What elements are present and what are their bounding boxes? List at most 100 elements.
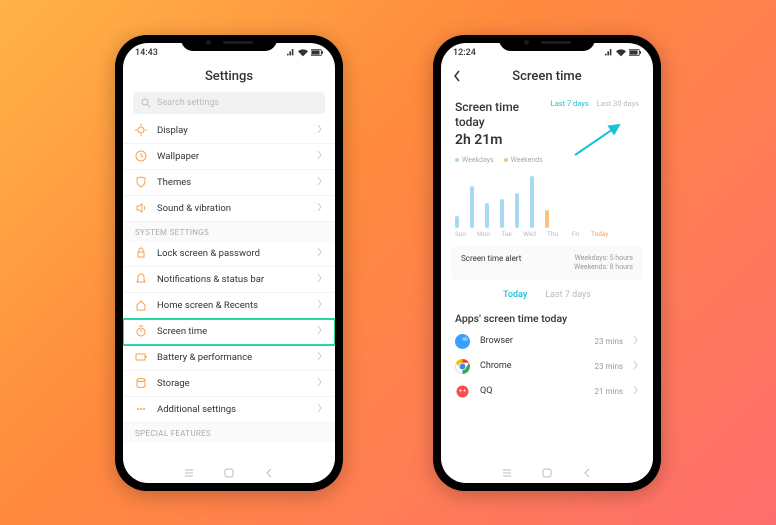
search-input[interactable]: Search settings — [133, 92, 325, 114]
app-name: Chrome — [480, 361, 585, 371]
chevron-right-icon — [633, 335, 639, 348]
settings-row-storage[interactable]: Storage — [123, 371, 335, 397]
app-time: 21 mins — [595, 387, 623, 396]
clock: 12:24 — [453, 48, 476, 58]
nav-home-icon[interactable] — [224, 468, 234, 478]
app-icon — [455, 359, 470, 374]
bar-Wed — [500, 199, 504, 228]
clock-icon — [135, 150, 147, 162]
section-special: SPECIAL FEATURES — [123, 423, 335, 442]
more-icon — [135, 403, 147, 415]
app-time: 23 mins — [595, 362, 623, 371]
app-row-browser[interactable]: Browser 23 mins — [441, 329, 653, 354]
bar-Mon — [470, 186, 474, 228]
bar-Fri — [530, 176, 534, 228]
home-icon — [135, 299, 147, 311]
range-selector[interactable]: Last 7 days Last 30 days — [551, 99, 639, 108]
settings-row-sun[interactable]: Display — [123, 118, 335, 144]
nav-recent-icon[interactable] — [502, 468, 512, 478]
xlabel-Today: Today — [591, 230, 606, 238]
page-title: Screen time — [441, 63, 653, 92]
status-icons — [605, 49, 641, 57]
row-label: Battery & performance — [157, 352, 307, 363]
xlabel-Thu: Thu — [545, 230, 560, 238]
notch — [181, 35, 277, 51]
chevron-right-icon — [317, 124, 323, 137]
summary-line2: today — [455, 115, 639, 130]
bar-Sun — [455, 216, 459, 228]
android-nav[interactable] — [123, 465, 335, 481]
screentime-alert-row[interactable]: Screen time alert Weekdays: 5 hours Week… — [451, 246, 643, 280]
screen-settings: 14:43 Settings Search settings Display W… — [123, 43, 335, 483]
nav-home-icon[interactable] — [542, 468, 552, 478]
row-label: Lock screen & password — [157, 248, 307, 259]
sun-icon — [135, 124, 147, 136]
app-time: 23 mins — [595, 337, 623, 346]
chart-xlabels: SunMonTueWedThuFriToday — [453, 230, 641, 238]
phone-left: 14:43 Settings Search settings Display W… — [115, 35, 343, 491]
search-icon — [141, 98, 151, 108]
search-placeholder: Search settings — [157, 98, 219, 108]
settings-row-timer[interactable]: Screen time — [123, 319, 335, 345]
chevron-left-icon — [453, 70, 461, 82]
row-label: Wallpaper — [157, 151, 307, 162]
xlabel-Wed: Wed — [522, 230, 537, 238]
bar-Thu — [515, 193, 519, 228]
battery-icon — [135, 351, 147, 363]
app-name: Browser — [480, 336, 585, 346]
back-button[interactable] — [453, 70, 461, 86]
legend-weekdays: Weekdays — [455, 156, 494, 164]
settings-row-bell[interactable]: Notifications & status bar — [123, 267, 335, 293]
settings-row-clock[interactable]: Wallpaper — [123, 144, 335, 170]
app-row-qq[interactable]: QQ 21 mins — [441, 379, 653, 404]
settings-row-sound[interactable]: Sound & vibration — [123, 196, 335, 222]
phone-right: 12:24 Screen time Screen time today 2h 2… — [433, 35, 661, 491]
notch — [499, 35, 595, 51]
status-icons — [287, 49, 323, 57]
chevron-right-icon — [317, 176, 323, 189]
app-row-chrome[interactable]: Chrome 23 mins — [441, 354, 653, 379]
shield-icon — [135, 176, 147, 188]
summary-value: 2h 21m — [455, 132, 639, 148]
period-tabs[interactable]: Today Last 7 days — [441, 284, 653, 306]
chevron-right-icon — [317, 403, 323, 416]
bell-icon — [135, 273, 147, 285]
row-label: Display — [157, 125, 307, 136]
lock-icon — [135, 247, 147, 259]
range-last7[interactable]: Last 7 days — [551, 99, 589, 108]
row-label: Storage — [157, 378, 307, 389]
app-icon — [455, 334, 470, 349]
row-label: Sound & vibration — [157, 203, 307, 214]
row-label: Home screen & Recents — [157, 300, 307, 311]
settings-row-home[interactable]: Home screen & Recents — [123, 293, 335, 319]
tab-today[interactable]: Today — [503, 290, 527, 300]
xlabel-Mon: Mon — [476, 230, 491, 238]
settings-row-battery[interactable]: Battery & performance — [123, 345, 335, 371]
chevron-right-icon — [317, 351, 323, 364]
range-last30[interactable]: Last 30 days — [597, 99, 639, 108]
row-label: Notifications & status bar — [157, 274, 307, 285]
nav-back-icon[interactable] — [582, 468, 592, 478]
tab-last7[interactable]: Last 7 days — [545, 290, 591, 300]
legend-weekends: Weekends — [504, 156, 543, 164]
android-nav[interactable] — [441, 465, 653, 481]
chevron-right-icon — [317, 325, 323, 338]
settings-row-shield[interactable]: Themes — [123, 170, 335, 196]
apps-heading: Apps' screen time today — [441, 306, 653, 329]
nav-back-icon[interactable] — [264, 468, 274, 478]
chevron-right-icon — [317, 202, 323, 215]
chevron-right-icon — [317, 247, 323, 260]
chevron-right-icon — [317, 377, 323, 390]
chevron-right-icon — [317, 273, 323, 286]
chevron-right-icon — [317, 299, 323, 312]
app-name: QQ — [480, 386, 585, 396]
screentime-chart — [455, 172, 639, 228]
settings-row-lock[interactable]: Lock screen & password — [123, 241, 335, 267]
app-icon — [455, 384, 470, 399]
title-label: Screen time — [512, 69, 581, 84]
alert-values: Weekdays: 5 hours Weekends: 8 hours — [574, 254, 633, 272]
settings-row-more[interactable]: Additional settings — [123, 397, 335, 423]
xlabel-Tue: Tue — [499, 230, 514, 238]
nav-recent-icon[interactable] — [184, 468, 194, 478]
chevron-right-icon — [633, 360, 639, 373]
